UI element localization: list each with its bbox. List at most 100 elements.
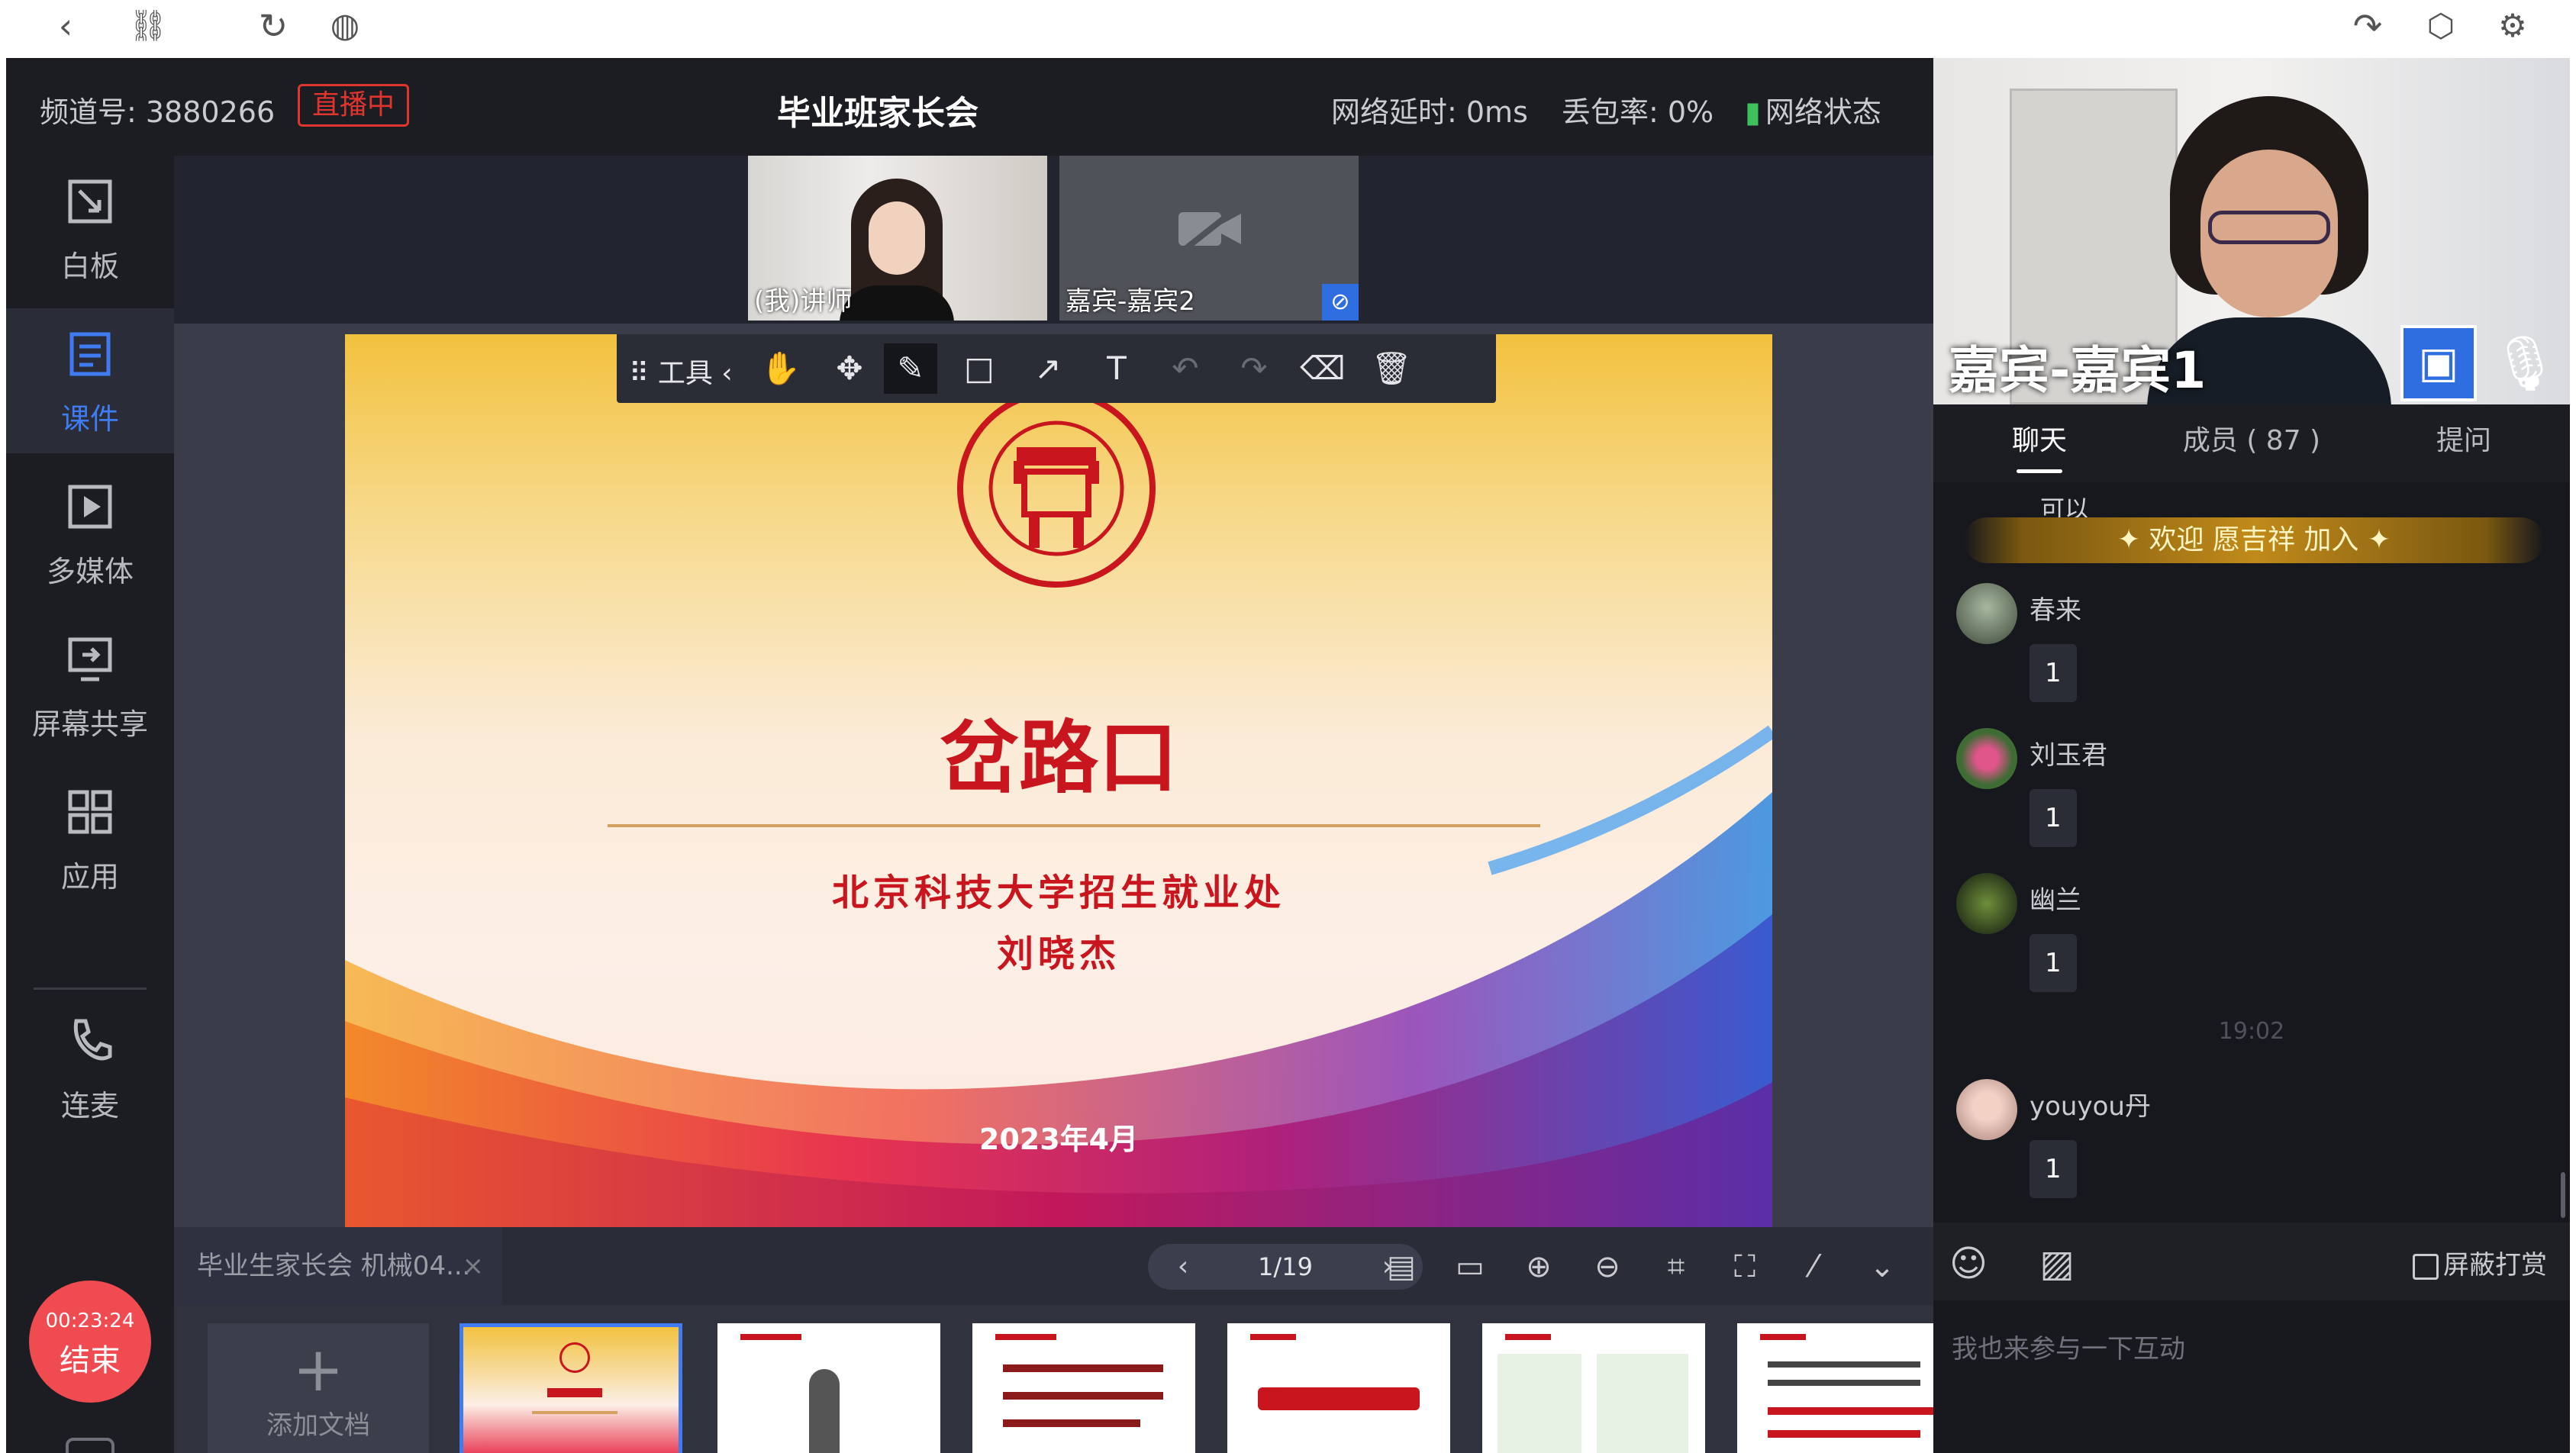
slide-thumbnail[interactable] <box>1737 1323 1960 1453</box>
text-icon[interactable]: T <box>1090 343 1143 394</box>
sidebar-item-label: 课件 <box>60 402 119 436</box>
slide-thumbnail[interactable] <box>717 1323 940 1453</box>
end-class-button[interactable]: 00:23:24 结束 <box>29 1281 151 1403</box>
preview-icon[interactable]: ▤ <box>1380 1247 1423 1287</box>
university-seal-logo <box>957 389 1156 588</box>
document-control-bar: 毕业生家长会 机械04... × ‹ 1/19 › ▤ ▭ ⊕ ⊖ ⌗ ⛶ ⁄ … <box>174 1227 1933 1305</box>
slide-thumbnail[interactable] <box>1482 1323 1705 1453</box>
avatar[interactable] <box>1956 873 2017 934</box>
video-tile-self[interactable]: (我)讲师 <box>748 156 1047 321</box>
annotate-icon[interactable]: ⁄ <box>1792 1247 1835 1287</box>
avatar[interactable] <box>1956 1079 2017 1140</box>
fit-icon[interactable]: ⌗ <box>1655 1247 1697 1287</box>
slide-thumbnail[interactable] <box>459 1323 682 1453</box>
network-status[interactable]: ▮ 网络状态 <box>1745 89 1881 130</box>
network-status-label: 网络状态 <box>1765 95 1881 129</box>
hand-icon[interactable]: ✋ <box>754 343 808 394</box>
multimedia-icon <box>60 482 121 543</box>
rectangle-icon[interactable]: □ <box>953 343 1006 394</box>
slide-organization: 北京科技大学招生就业处 <box>831 871 1285 914</box>
tab-members[interactable]: 成员 ( 87 ) <box>2146 404 2358 482</box>
notes-icon[interactable]: ▭ <box>1449 1247 1491 1287</box>
fullscreen-icon[interactable]: ⛶ <box>1723 1247 1766 1287</box>
video-tile-guest2[interactable]: 嘉宾-嘉宾2 ⊘ <box>1059 156 1359 321</box>
sidebar-item-co-host[interactable]: 连麦 <box>6 995 174 1140</box>
undo-icon[interactable]: ↶ <box>1159 343 1212 394</box>
user-settings-icon[interactable]: ⚙ <box>2491 5 2534 47</box>
document-tab[interactable]: 毕业生家长会 机械04... × <box>174 1227 502 1305</box>
header-bar: 频道号: 3880266 直播中 毕业班家长会 网络延时: 0ms 丢包率: 0… <box>6 58 1933 156</box>
refresh-icon[interactable]: ↻ <box>252 5 295 47</box>
sidebar-item-whiteboard[interactable]: 白板 <box>6 156 174 301</box>
sidebar-item-courseware[interactable]: 课件 <box>6 308 174 453</box>
elapsed-timer: 00:23:24 <box>45 1310 135 1332</box>
chat-message-text: 1 <box>2030 789 2077 847</box>
page-indicator: 1/19 <box>1258 1252 1313 1281</box>
toolbar-label[interactable]: ⠿ 工具 ‹ <box>629 351 733 391</box>
image-icon[interactable]: ▨ <box>2034 1241 2080 1287</box>
back-icon[interactable]: ‹ <box>44 5 87 47</box>
chat-scrollbar[interactable] <box>2561 1172 2565 1218</box>
share-icon[interactable]: ↷ <box>2346 5 2389 47</box>
zoom-out-icon[interactable]: ⊖ <box>1586 1247 1629 1287</box>
chat-input-placeholder: 我也来参与一下互动 <box>1952 1334 2185 1364</box>
screen-share-icon <box>60 635 121 696</box>
phone-icon <box>60 1016 121 1078</box>
end-label: 结束 <box>60 1343 121 1378</box>
drawing-toolbar: ⠿ 工具 ‹ ✋ ✥ ✎ □ ↗ T ↶ ↷ ⌫ 🗑 <box>617 334 1496 403</box>
chat-input[interactable]: 我也来参与一下互动 <box>1933 1300 2570 1453</box>
apps-icon <box>60 788 121 849</box>
sidebar-item-label: 屏幕共享 <box>31 707 148 741</box>
packet-loss: 丢包率: 0% <box>1562 95 1714 129</box>
eraser-icon[interactable]: ⌫ <box>1296 343 1349 394</box>
sidebar-item-label: 应用 <box>60 860 119 894</box>
emoji-icon[interactable]: ☺ <box>1946 1241 1991 1287</box>
trash-icon[interactable]: 🗑 <box>1365 343 1418 394</box>
arrow-icon[interactable]: ↗ <box>1021 343 1075 394</box>
pen-icon[interactable]: ✎ <box>884 343 937 394</box>
sidebar-divider <box>34 987 147 990</box>
courseware-slide: 岔路口 北京科技大学招生就业处 刘晓杰 2023年4月 <box>345 334 1772 1227</box>
zoom-in-icon[interactable]: ⊕ <box>1517 1247 1560 1287</box>
slide-thumbnail[interactable] <box>972 1323 1195 1453</box>
checkbox[interactable] <box>2413 1253 2439 1280</box>
tab-questions[interactable]: 提问 <box>2358 404 2570 482</box>
welcome-banner: ✦ 欢迎 愿吉祥 加入 ✦ <box>1964 517 2544 563</box>
close-icon[interactable]: × <box>463 1227 485 1305</box>
redo-icon[interactable]: ↷ <box>1227 343 1281 394</box>
prev-page-button[interactable]: ‹ <box>1160 1244 1206 1290</box>
slide-title: 岔路口 <box>939 710 1178 804</box>
avatar[interactable] <box>1956 728 2017 789</box>
video-tile-name: (我)讲师 <box>754 286 853 317</box>
sidebar-item-apps[interactable]: 应用 <box>6 766 174 911</box>
microphone-icon[interactable]: 🎙 <box>2491 325 2559 401</box>
chat-message: youyou丹 1 <box>1956 1079 2536 1216</box>
chat-message-text: 1 <box>2030 644 2077 702</box>
sidebar-item-screen-share[interactable]: 屏幕共享 <box>6 614 174 759</box>
avatar[interactable] <box>1956 583 2017 644</box>
chat-username: 刘玉君 <box>2030 740 2107 771</box>
collapse-icon[interactable]: ⌄ <box>1861 1247 1904 1287</box>
whiteboard-icon <box>60 177 121 238</box>
cube-icon[interactable]: ⬡ <box>2420 5 2462 47</box>
move-icon[interactable]: ✥ <box>823 343 876 394</box>
network-latency: 网络延时: 0ms <box>1331 95 1528 129</box>
chat-username: 幽兰 <box>2030 885 2081 916</box>
link-icon[interactable]: ⛓ <box>127 5 169 47</box>
globe-icon[interactable]: ◍ <box>324 5 366 47</box>
mic-muted-icon[interactable]: ⊘ <box>1322 284 1359 321</box>
tab-chat[interactable]: 聊天 <box>1933 404 2146 482</box>
speaker-name: 嘉宾-嘉宾1 <box>1949 341 2207 400</box>
external-window-icon[interactable]: ↗ <box>66 1438 114 1453</box>
signal-icon: ▮ <box>1745 95 1761 129</box>
chat-username: youyou丹 <box>2030 1091 2151 1122</box>
chat-message-text: 1 <box>2030 934 2077 992</box>
main-speaker-video[interactable]: 嘉宾-嘉宾1 ▣ 🎙 <box>1933 58 2570 404</box>
slide-thumbnail[interactable] <box>1227 1323 1450 1453</box>
add-document-button[interactable]: + 添加文档 <box>208 1323 429 1453</box>
chat-timestamp: 19:02 <box>2218 1018 2285 1045</box>
sidebar-item-multimedia[interactable]: 多媒体 <box>6 461 174 606</box>
sidebar-item-label: 白板 <box>60 250 119 283</box>
block-rewards-toggle[interactable]: 屏蔽打赏 <box>2413 1244 2547 1281</box>
drag-handle-icon[interactable]: ⠿ <box>629 358 658 389</box>
